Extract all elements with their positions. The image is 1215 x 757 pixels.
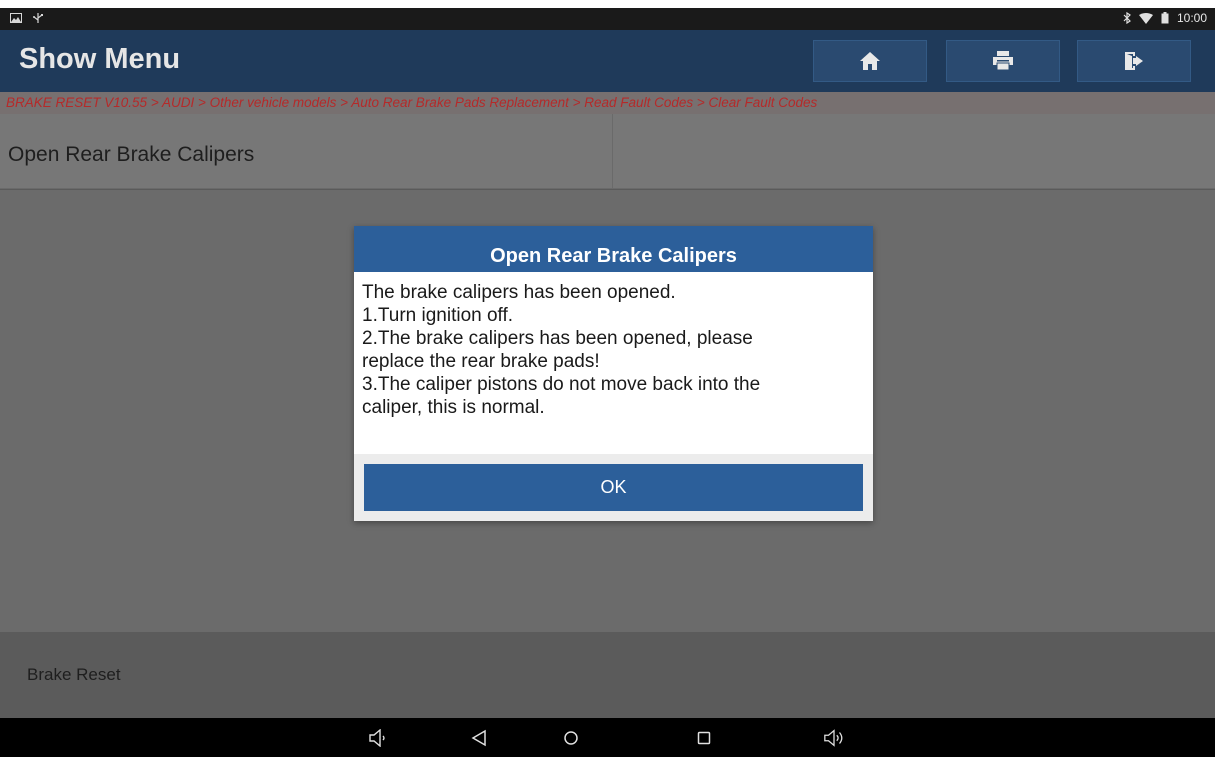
footer-label: Brake Reset bbox=[27, 665, 121, 684]
print-button[interactable] bbox=[946, 40, 1060, 82]
section-header-row: Open Rear Brake Calipers bbox=[0, 114, 1215, 189]
print-icon bbox=[992, 51, 1014, 71]
dialog-title: Open Rear Brake Calipers bbox=[490, 244, 737, 267]
battery-icon bbox=[1161, 12, 1169, 24]
footer-bar: Brake Reset bbox=[0, 632, 1215, 718]
dialog-line: 3.The caliper pistons do not move back i… bbox=[362, 374, 761, 395]
dialog-message: The brake calipers has been opened. 1.Tu… bbox=[362, 281, 862, 419]
column-divider bbox=[612, 114, 613, 189]
recents-icon[interactable] bbox=[693, 728, 715, 748]
status-time: 10:00 bbox=[1176, 11, 1207, 25]
volume-up-icon[interactable] bbox=[823, 728, 845, 748]
usb-icon bbox=[32, 12, 44, 24]
breadcrumb-bar: BRAKE RESET V10.55 > AUDI > Other vehicl… bbox=[0, 92, 1215, 114]
alert-dialog: Open Rear Brake Calipers The brake calip… bbox=[354, 226, 873, 521]
page-title: Show Menu bbox=[19, 43, 181, 75]
home-circle-icon[interactable] bbox=[560, 728, 582, 748]
title-bar: Show Menu bbox=[0, 30, 1215, 92]
status-bar: 10:00 bbox=[0, 8, 1215, 30]
android-nav-bar bbox=[0, 718, 1215, 757]
section-title: Open Rear Brake Calipers bbox=[8, 143, 255, 166]
bluetooth-icon bbox=[1123, 12, 1131, 24]
volume-down-icon[interactable] bbox=[368, 728, 390, 748]
dialog-footer: OK bbox=[354, 454, 873, 521]
dialog-line: 1.Turn ignition off. bbox=[362, 305, 514, 326]
dialog-line: 2.The brake calipers has been opened, pl… bbox=[362, 328, 753, 349]
back-icon[interactable] bbox=[468, 728, 490, 748]
breadcrumb: BRAKE RESET V10.55 > AUDI > Other vehicl… bbox=[6, 95, 818, 110]
top-strip bbox=[0, 0, 1215, 8]
dialog-line: replace the rear brake pads! bbox=[362, 351, 600, 372]
dialog-header: Open Rear Brake Calipers bbox=[354, 226, 873, 272]
home-button[interactable] bbox=[813, 40, 927, 82]
dialog-line: The brake calipers has been opened. bbox=[362, 282, 676, 303]
exit-icon bbox=[1123, 51, 1145, 71]
exit-button[interactable] bbox=[1077, 40, 1191, 82]
home-icon bbox=[859, 51, 881, 71]
image-icon bbox=[10, 13, 22, 23]
wifi-icon bbox=[1138, 12, 1153, 24]
dialog-line: caliper, this is normal. bbox=[362, 397, 545, 418]
ok-button[interactable]: OK bbox=[364, 464, 863, 511]
